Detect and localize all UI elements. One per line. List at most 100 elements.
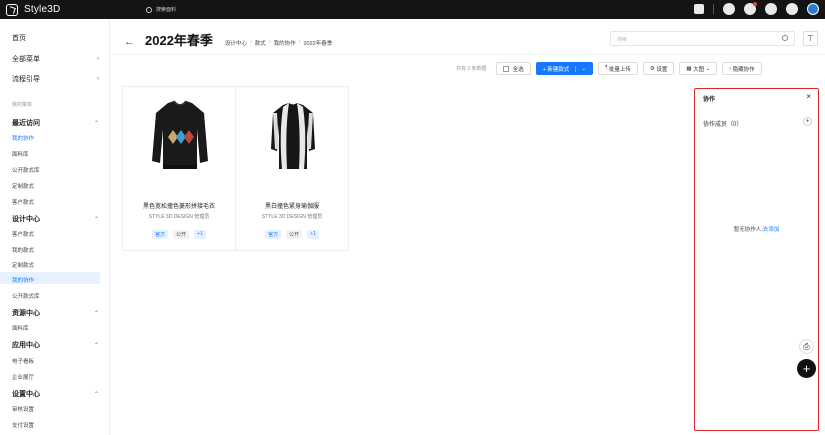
global-search[interactable]: 搜索面料 bbox=[146, 6, 176, 13]
sidebar-item-design-5[interactable]: 公开款式库 bbox=[12, 292, 99, 300]
tag-official: 官方 bbox=[152, 230, 169, 239]
sidebar-item-design-4[interactable]: 我的协作 bbox=[12, 276, 99, 284]
add-member-icon[interactable]: + bbox=[803, 117, 812, 126]
sidebar-item-recent-3[interactable]: 公开款式库 bbox=[12, 166, 99, 174]
sidebar-group-app[interactable]: 应用中心 ⌃ bbox=[12, 340, 99, 350]
style-card[interactable]: 黑白撞色紧身瑜伽服 STYLE 3D DESIGN 管理员 官方 公开 +1 bbox=[235, 86, 349, 251]
collab-empty-state: 暂无协作人,去添加 bbox=[695, 225, 818, 233]
breadcrumb-item[interactable]: 款式 bbox=[255, 39, 266, 47]
header-divider bbox=[110, 54, 825, 55]
toolbar: 共有 2 条数据 全选 + 新建款式 ⌄ ⤒ 批量上传 ⚙ 设置 ▦ 大图 ⌄ ›… bbox=[456, 62, 762, 75]
batch-upload-button[interactable]: ⤒ 批量上传 bbox=[597, 62, 638, 75]
sidebar-caption-my-menu: 我的菜单 bbox=[12, 101, 99, 108]
global-search-placeholder: 搜索面料 bbox=[156, 7, 177, 13]
download-icon[interactable] bbox=[765, 3, 777, 15]
filter-icon[interactable]: ⊤ bbox=[803, 31, 818, 46]
breadcrumb-separator: › bbox=[249, 39, 252, 45]
sidebar-item-recent-4[interactable]: 定制款式 bbox=[12, 182, 99, 190]
sidebar-group-recent[interactable]: 最近访问 ⌃ bbox=[12, 118, 99, 128]
breadcrumb-item[interactable]: 我的协作 bbox=[274, 39, 296, 47]
add-fab-button[interactable]: + bbox=[797, 359, 816, 378]
tag-more[interactable]: +1 bbox=[194, 230, 206, 239]
select-all-button[interactable]: 全选 bbox=[495, 62, 531, 75]
sidebar-item-settings-1[interactable]: 审核设置 bbox=[12, 405, 99, 413]
style-owner: STYLE 3D DESIGN 管理员 bbox=[148, 214, 210, 220]
sidebar-item-label: 面料库 bbox=[12, 326, 29, 332]
settings-button[interactable]: ⚙ 设置 bbox=[642, 62, 675, 75]
clock-icon[interactable] bbox=[723, 3, 735, 15]
tag-more[interactable]: +1 bbox=[307, 230, 319, 239]
select-all-label: 全选 bbox=[512, 66, 524, 73]
sidebar-item-label: 流程引导 bbox=[12, 76, 40, 83]
collab-members-label: 协作成员（0） bbox=[703, 122, 743, 128]
sidebar-item-recent-2[interactable]: 面料库 bbox=[12, 150, 99, 158]
sidebar-item-label: 我的款式 bbox=[12, 248, 35, 254]
sidebar-item-label: 定制款式 bbox=[12, 263, 35, 269]
brand-name: Style3D bbox=[24, 4, 61, 15]
sidebar-item-app-2[interactable]: 企业展厅 bbox=[12, 373, 99, 381]
chevron-up-icon: ⌃ bbox=[93, 391, 99, 398]
search-placeholder: 搜索 bbox=[617, 37, 628, 43]
sidebar-group-design[interactable]: 设计中心 ⌃ bbox=[12, 214, 99, 224]
sidebar-item-recent-5[interactable]: 客户款式 bbox=[12, 198, 99, 206]
message-icon[interactable] bbox=[786, 3, 798, 15]
style-card[interactable]: 黑色宽松撞色菱形拼接毛衣 STYLE 3D DESIGN 管理员 官方 公开 +… bbox=[122, 86, 236, 251]
add-collaborator-link[interactable]: 去添加 bbox=[763, 227, 780, 233]
sidebar-group-label: 应用中心 bbox=[12, 342, 40, 349]
sidebar-item-settings-2[interactable]: 支付设置 bbox=[12, 421, 99, 429]
new-style-label: + 新建款式 bbox=[542, 66, 570, 73]
style-name: 黑色宽松撞色菱形拼接毛衣 bbox=[142, 204, 215, 210]
sidebar-item-label: 电子看板 bbox=[12, 359, 35, 365]
sidebar-group-settings[interactable]: 设置中心 ⌃ bbox=[12, 389, 99, 399]
top-bar: Style3D 搜索面料 bbox=[0, 0, 825, 19]
sidebar-item-app-1[interactable]: 电子看板 bbox=[12, 357, 99, 365]
sweater-image bbox=[152, 100, 208, 169]
yoga-top-image bbox=[271, 103, 315, 169]
style-name: 黑白撞色紧身瑜伽服 bbox=[264, 204, 319, 210]
style-owner: STYLE 3D DESIGN 管理员 bbox=[261, 214, 323, 220]
view-mode-label: 大图 bbox=[693, 66, 705, 73]
chevron-right-icon: › bbox=[97, 76, 99, 82]
sidebar-item-label: 定制款式 bbox=[12, 184, 35, 190]
sidebar-caption: 我的菜单 bbox=[12, 102, 33, 108]
hide-collab-label: 隐藏协作 bbox=[732, 66, 755, 73]
grid-icon: ▦ bbox=[686, 65, 694, 72]
avatar[interactable] bbox=[807, 3, 819, 15]
back-arrow-icon[interactable]: ← bbox=[124, 36, 135, 48]
sidebar-item-recent-1[interactable]: 我的协作 bbox=[12, 134, 99, 142]
sidebar-item-design-2[interactable]: 我的款式 bbox=[12, 246, 99, 254]
sidebar-item-home[interactable]: 首页 bbox=[12, 33, 99, 43]
chevron-down-icon[interactable]: ⌄ bbox=[575, 65, 586, 72]
sidebar-item-guide[interactable]: 流程引导 › bbox=[12, 74, 99, 84]
record-count: 共有 2 条数据 bbox=[456, 66, 487, 72]
sidebar-item-design-1[interactable]: 客户款式 bbox=[12, 230, 99, 238]
collab-title: 协作 bbox=[703, 97, 716, 103]
hide-collab-button[interactable]: › 隐藏协作 bbox=[722, 62, 762, 75]
calendar-icon[interactable] bbox=[694, 4, 704, 14]
sidebar-item-design-3[interactable]: 定制款式 bbox=[12, 261, 99, 269]
breadcrumb-item[interactable]: 设计中心 bbox=[225, 39, 247, 47]
sidebar-group-resource[interactable]: 资源中心 ⌃ bbox=[12, 308, 99, 318]
view-mode-select[interactable]: ▦ 大图 ⌄ bbox=[679, 62, 718, 75]
search-icon bbox=[146, 6, 152, 13]
sidebar-group-label: 资源中心 bbox=[12, 310, 40, 317]
new-style-button[interactable]: + 新建款式 ⌄ bbox=[535, 62, 593, 75]
notification-icon[interactable] bbox=[744, 2, 757, 15]
brand-logo[interactable]: Style3D bbox=[6, 3, 136, 16]
chevron-up-icon: ⌃ bbox=[93, 342, 99, 349]
sidebar-item-label: 审核设置 bbox=[12, 407, 35, 413]
close-icon[interactable]: × bbox=[806, 92, 811, 101]
sidebar-item-label: 面料库 bbox=[12, 152, 29, 158]
batch-upload-label: 批量上传 bbox=[608, 66, 631, 73]
page-header: ← 2022年春季 设计中心 › 款式 › 我的协作 › 2022年春季 bbox=[124, 30, 332, 49]
page-title: 2022年春季 bbox=[145, 33, 213, 48]
checkbox-icon bbox=[502, 65, 509, 72]
sidebar-group-label: 最近访问 bbox=[12, 120, 40, 127]
sidebar-item-resource-1[interactable]: 面料库 bbox=[12, 324, 99, 332]
sidebar-item-all-menu[interactable]: 全部菜单 › bbox=[12, 54, 99, 64]
print-icon[interactable]: ⎙ bbox=[799, 339, 814, 354]
topbar-divider bbox=[713, 4, 714, 14]
breadcrumb-separator: › bbox=[268, 39, 271, 45]
search-input[interactable]: 搜索 bbox=[610, 31, 795, 46]
breadcrumb: 设计中心 › 款式 › 我的协作 › 2022年春季 bbox=[225, 39, 332, 47]
